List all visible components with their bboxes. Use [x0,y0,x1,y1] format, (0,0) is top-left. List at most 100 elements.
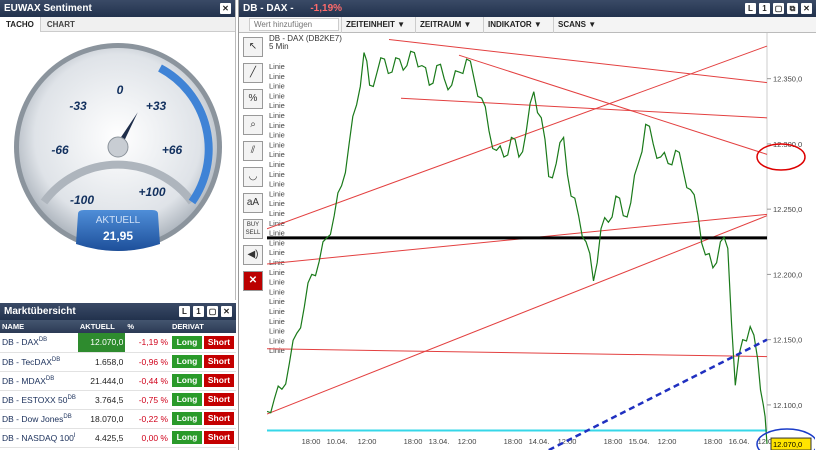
market-row[interactable]: DB - NASDAQ 100I 4.425,5 0,00 % Long Short [0,428,236,448]
line-tool-icon[interactable]: ╱ [243,63,263,83]
close-icon[interactable]: ✕ [801,3,812,14]
col-name[interactable]: NAME [0,320,78,333]
y-tick-label: 12.150,0 [773,336,802,345]
row-derivat: Long Short [170,390,236,410]
row-name[interactable]: DB - NASDAQ 100I [0,428,78,448]
x-tick-label: 12:00 [458,437,477,446]
long-button[interactable]: Long [172,412,202,425]
x-tick-label: 15.04. [629,437,650,446]
row-pct: 0,00 % [125,428,170,448]
line-label: Linie [269,229,285,238]
short-button[interactable]: Short [204,335,234,349]
line-label: Linie [269,248,285,257]
market-row[interactable]: DB - DAXDB 12.070,0 -1,19 % Long Short [0,333,236,353]
text-tool-icon[interactable]: aA [243,193,263,213]
close-icon[interactable]: ✕ [221,306,232,317]
row-pct: -0,96 % [125,352,170,372]
menu-zeitraum[interactable]: ZEITRAUM ▼ [415,17,483,33]
scale-plus-66: +66 [162,143,183,157]
short-button[interactable]: Short [204,393,234,406]
row-name[interactable]: DB - MDAXDB [0,371,78,391]
x-tick-label: 18:00 [504,437,523,446]
buy-sell-tool-icon[interactable]: BUY SELL [243,219,263,239]
short-button[interactable]: Short [204,431,234,444]
row-pct: -0,22 % [125,409,170,429]
x-tick-label: 10.04. [327,437,348,446]
sound-tool-icon[interactable]: ◀) [243,245,263,265]
line-label: Linie [269,199,285,208]
row-name[interactable]: DB - DAXDB [0,333,78,353]
row-value: 1.658,0 [77,352,126,372]
menu-indikator[interactable]: INDIKATOR ▼ [483,17,553,33]
close-icon[interactable]: ✕ [220,3,231,14]
line-label: Linie [269,287,285,296]
scale-plus-33: +33 [146,99,167,113]
sentiment-gauge: -100 -66 -33 0 +33 +66 +100 AKTUELL 21,9… [14,43,222,251]
link-icon[interactable]: L [179,306,190,317]
market-row[interactable]: DB - MDAXDB 21.444,0 -0,44 % Long Short [0,371,236,391]
row-name[interactable]: DB - TecDAXDB [0,352,78,372]
tab-chart[interactable]: CHART [41,17,81,32]
market-row[interactable]: DB - Dow JonesDB 18.070,0 -0,22 % Long Short [0,409,236,429]
window-icon[interactable]: ▢ [773,3,784,14]
x-tick-label: 12:00 [658,437,677,446]
euwax-title: EUWAX Sentiment [4,3,92,14]
link-icon[interactable]: L [745,3,756,14]
detach-icon[interactable]: ⧉ [787,3,798,14]
one-icon[interactable]: 1 [759,3,770,14]
euwax-tabs: TACHO CHART [0,17,235,32]
line-label: Linie [269,62,285,71]
price-chart[interactable]: DB - DAX (DB2KE7)5 MinLinieLinieLinieLin… [267,33,815,450]
window-icon[interactable]: ▢ [207,306,218,317]
short-button[interactable]: Short [204,374,234,387]
row-name[interactable]: DB - Dow JonesDB [0,409,78,429]
market-row[interactable]: DB - TecDAXDB 1.658,0 -0,96 % Long Short [0,352,236,372]
short-button[interactable]: Short [204,412,234,425]
line-label: Linie [269,209,285,218]
scale-minus-66: -66 [51,143,69,157]
menu-zeiteinheit[interactable]: ZEITEINHEIT ▼ [341,17,415,33]
interval-label: 5 Min [269,42,289,51]
long-button[interactable]: Long [172,335,202,349]
line-label: Linie [269,150,285,159]
line-label: Linie [269,101,285,110]
row-pct: -0,44 % [125,371,170,391]
line-label: Linie [269,307,285,316]
long-button[interactable]: Long [172,374,202,387]
line-label: Linie [269,336,285,345]
col-aktuell[interactable]: AKTUELL [77,320,126,333]
long-button[interactable]: Long [172,431,202,444]
delete-tool-icon[interactable]: ✕ [243,271,263,291]
percent-tool-icon[interactable]: % [243,89,263,109]
chart-toolbar: ZEITEINHEIT ▼ ZEITRAUM ▼ INDIKATOR ▼ SCA… [239,17,816,33]
line-label: Linie [269,121,285,130]
cursor-tool-icon[interactable]: ↖ [243,37,263,57]
x-tick-label: 18:00 [302,437,321,446]
one-icon[interactable]: 1 [193,306,204,317]
curve-tool-icon[interactable]: ◡ [243,167,263,187]
line-label: Linie [269,91,285,100]
zoom-tool-icon[interactable]: ⌕ [243,115,263,135]
row-value: 21.444,0 [77,371,126,391]
needle-hub [107,136,129,158]
row-derivat: Long Short [170,371,236,391]
tab-tacho[interactable]: TACHO [0,17,41,32]
left-column: EUWAX Sentiment ✕ TACHO CHART -100 -66 -… [0,0,236,450]
menu-scans[interactable]: SCANS ▼ [553,17,609,33]
col-derivat[interactable]: DERIVAT [170,320,236,333]
chart-title-bar: DB - DAX - -1,19% L 1 ▢ ⧉ ✕ [239,0,816,17]
plot-background [267,33,815,450]
col-pct[interactable]: % [125,320,170,333]
market-row[interactable]: DB - ESTOXX 50DB 3.764,5 -0,75 % Long Short [0,390,236,410]
x-tick-label: 12:00 [358,437,377,446]
row-value: 3.764,5 [77,390,126,410]
row-name[interactable]: DB - ESTOXX 50DB [0,390,78,410]
add-symbol-input[interactable] [249,18,339,31]
long-button[interactable]: Long [172,355,202,368]
channel-tool-icon[interactable]: ⫽ [243,141,263,161]
long-button[interactable]: Long [172,393,202,406]
row-value: 18.070,0 [77,409,126,429]
short-button[interactable]: Short [204,355,234,368]
chart-title: DB - DAX - [243,3,294,14]
row-value: 4.425,5 [77,428,126,448]
